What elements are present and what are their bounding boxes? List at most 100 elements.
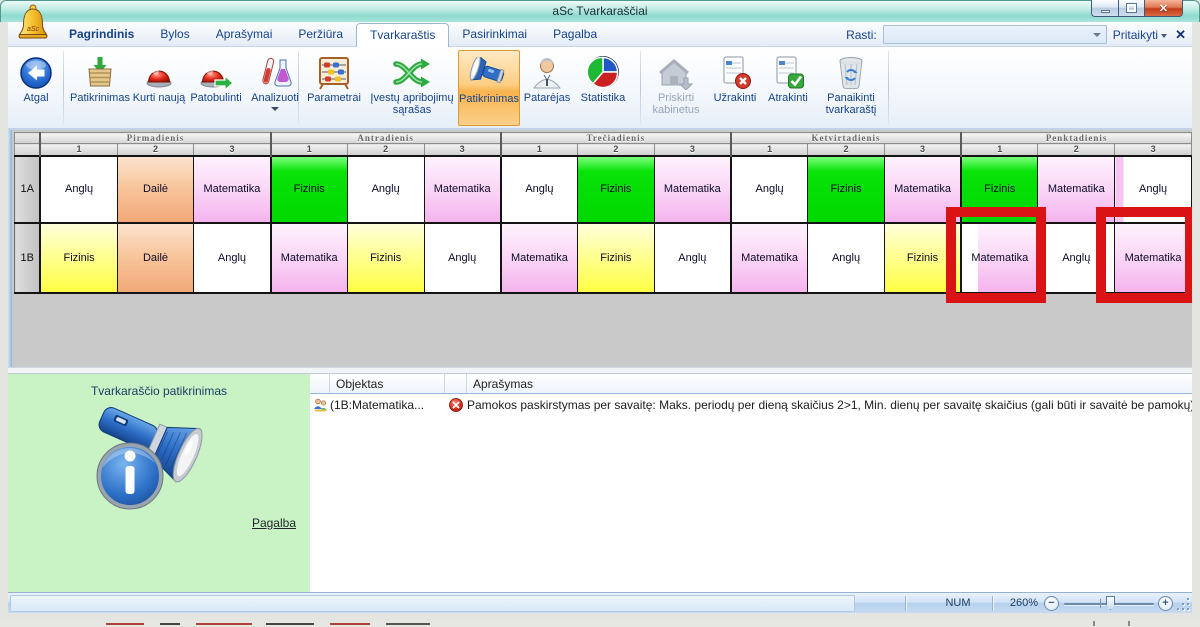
class-row-header: 1A — [15, 156, 41, 223]
grid-left-edge — [8, 130, 12, 367]
panel-splitter[interactable] — [8, 367, 1192, 374]
tab-pasirinkimai[interactable]: Pasirinkimai — [449, 23, 540, 46]
lesson-cell[interactable]: Fizinis — [808, 156, 885, 223]
tab-aprašymai[interactable]: Aprašymai — [203, 23, 286, 46]
tab-tvarkaraštis[interactable]: Tvarkaraštis — [356, 23, 449, 48]
analyze-dropdown-icon[interactable] — [271, 107, 279, 111]
results-header: Objektas Aprašymas — [310, 374, 1192, 394]
siren-icon — [142, 56, 176, 90]
results-col-status[interactable] — [445, 374, 467, 393]
combo-dropdown-icon[interactable] — [1093, 33, 1101, 37]
day-header: Penktadienis — [961, 133, 1191, 144]
error-icon — [449, 398, 463, 412]
back-button[interactable]: Atgal — [12, 50, 60, 126]
lesson-cell[interactable]: Matematika — [654, 156, 731, 223]
crate-icon — [83, 54, 117, 90]
shuffle-icon — [392, 56, 432, 90]
analyze-button[interactable]: Analizuoti — [246, 50, 304, 126]
period-header: 3 — [654, 144, 731, 156]
app-bell-icon[interactable]: aSc — [16, 4, 50, 44]
conflict-highlight-rect — [946, 207, 1046, 303]
lesson-cell[interactable]: Anglų — [808, 223, 885, 293]
zoom-slider-thumb[interactable] — [1106, 596, 1115, 610]
create-new-button[interactable]: Kurti naują — [132, 50, 186, 126]
period-header: 3 — [194, 144, 271, 156]
constraints-list-button[interactable]: Įvestų apribojimų sąrašas — [366, 50, 458, 126]
lesson-cell[interactable]: Fizinis — [578, 223, 655, 293]
results-col-object[interactable]: Objektas — [330, 374, 445, 393]
improve-button[interactable]: Patobulinti — [186, 50, 246, 126]
clear-timetable-button[interactable]: Panaikinti tvarkaraštį — [814, 50, 888, 126]
lock-button[interactable]: Užrakinti — [708, 50, 762, 126]
title-bar: aSc Tvarkaraščiai — [0, 0, 1200, 22]
apply-dropdown-icon[interactable] — [1161, 34, 1167, 38]
lesson-cell[interactable]: Anglų — [731, 156, 808, 223]
lesson-cell[interactable]: Matematika — [501, 223, 578, 293]
lesson-cell[interactable]: Fizinis — [40, 223, 117, 293]
lesson-cell[interactable]: Anglų — [40, 156, 117, 223]
lesson-cell[interactable]: Anglų — [194, 223, 271, 293]
period-header: 2 — [347, 144, 424, 156]
back-icon — [19, 56, 53, 90]
background-window-sliver — [0, 621, 1200, 627]
tab-pagalba[interactable]: Pagalba — [540, 23, 610, 46]
lesson-cell[interactable]: Anglų — [501, 156, 578, 223]
class-row-header: 1B — [15, 223, 41, 293]
advisor-button[interactable]: Patarėjas — [520, 50, 574, 126]
lesson-cell[interactable]: Matematika — [731, 223, 808, 293]
unlock-button[interactable]: Atrakinti — [762, 50, 814, 126]
result-description: Pamokos paskirstymas per savaitę: Maks. … — [467, 398, 1192, 412]
timetable-grid-area: PirmadienisAntradienisTrečiadienisKetvir… — [8, 130, 1192, 367]
flashlight-info-icon — [78, 404, 248, 519]
results-col-icon[interactable] — [310, 374, 330, 393]
apply-button[interactable]: Pritaikyti — [1113, 28, 1167, 42]
clear-filter-icon[interactable]: ✕ — [1175, 27, 1186, 43]
sheet-unlock-icon — [771, 54, 805, 90]
lesson-cell[interactable]: Anglų — [654, 223, 731, 293]
lesson-cell[interactable]: Dailė — [117, 156, 194, 223]
lesson-cell[interactable]: Fizinis — [271, 156, 348, 223]
result-row[interactable]: (1B:Matematika... Pamokos paskirstymas p… — [310, 395, 1192, 415]
maximize-button[interactable] — [1119, 0, 1145, 17]
close-button[interactable]: ✕ — [1145, 0, 1183, 17]
lesson-cell[interactable]: Fizinis — [578, 156, 655, 223]
period-header: 1 — [271, 144, 348, 156]
period-header: 2 — [117, 144, 194, 156]
period-header: 2 — [808, 144, 885, 156]
zoom-in-button[interactable]: + — [1158, 596, 1173, 611]
assign-rooms-button: Priskirti kabinetus — [644, 50, 708, 126]
lesson-cell[interactable]: Anglų — [347, 156, 424, 223]
menu-tabs: PagrindinisBylosAprašymaiPeržiūraTvarkar… — [56, 22, 610, 47]
result-object: (1B:Matematika... — [330, 398, 445, 412]
ribbon-separator — [63, 51, 64, 124]
tab-peržiūra[interactable]: Peržiūra — [285, 23, 356, 46]
results-col-description[interactable]: Aprašymas — [467, 374, 1192, 393]
lesson-cell[interactable]: Anglų — [424, 223, 501, 293]
zoom-out-button[interactable]: − — [1044, 596, 1059, 611]
ribbon-separator — [888, 51, 889, 124]
help-link[interactable]: Pagalba — [252, 516, 296, 530]
app-window: aSc Tvarkaraščiai ✕ aSc PagrindinisBylos… — [0, 0, 1200, 627]
abacus-icon — [315, 54, 353, 90]
lesson-cell[interactable]: Matematika — [424, 156, 501, 223]
status-bar: NUM 260% − + — [8, 592, 1192, 613]
lesson-cell[interactable]: Fizinis — [347, 223, 424, 293]
generate-check-button[interactable]: Patikrinimas — [68, 50, 132, 126]
tab-bylos[interactable]: Bylos — [147, 23, 202, 46]
statistics-button[interactable]: Statistika — [574, 50, 632, 126]
lesson-cell[interactable]: Dailė — [117, 223, 194, 293]
find-input[interactable] — [883, 25, 1107, 44]
siren-improve-icon — [198, 56, 234, 90]
minimize-button[interactable] — [1091, 0, 1119, 17]
period-header: 1 — [501, 144, 578, 156]
lesson-cell[interactable]: Matematika — [194, 156, 271, 223]
day-header: Pirmadienis — [40, 133, 270, 144]
close-icon: ✕ — [1159, 2, 1168, 15]
class-icon — [313, 398, 328, 413]
resize-grip[interactable] — [1176, 597, 1189, 610]
check-button-selected[interactable]: Patikrinimas — [458, 50, 520, 126]
lesson-cell[interactable]: Matematika — [271, 223, 348, 293]
parameters-button[interactable]: Parametrai — [302, 50, 366, 126]
status-message-area — [10, 595, 855, 612]
tab-pagrindinis[interactable]: Pagrindinis — [56, 23, 147, 46]
